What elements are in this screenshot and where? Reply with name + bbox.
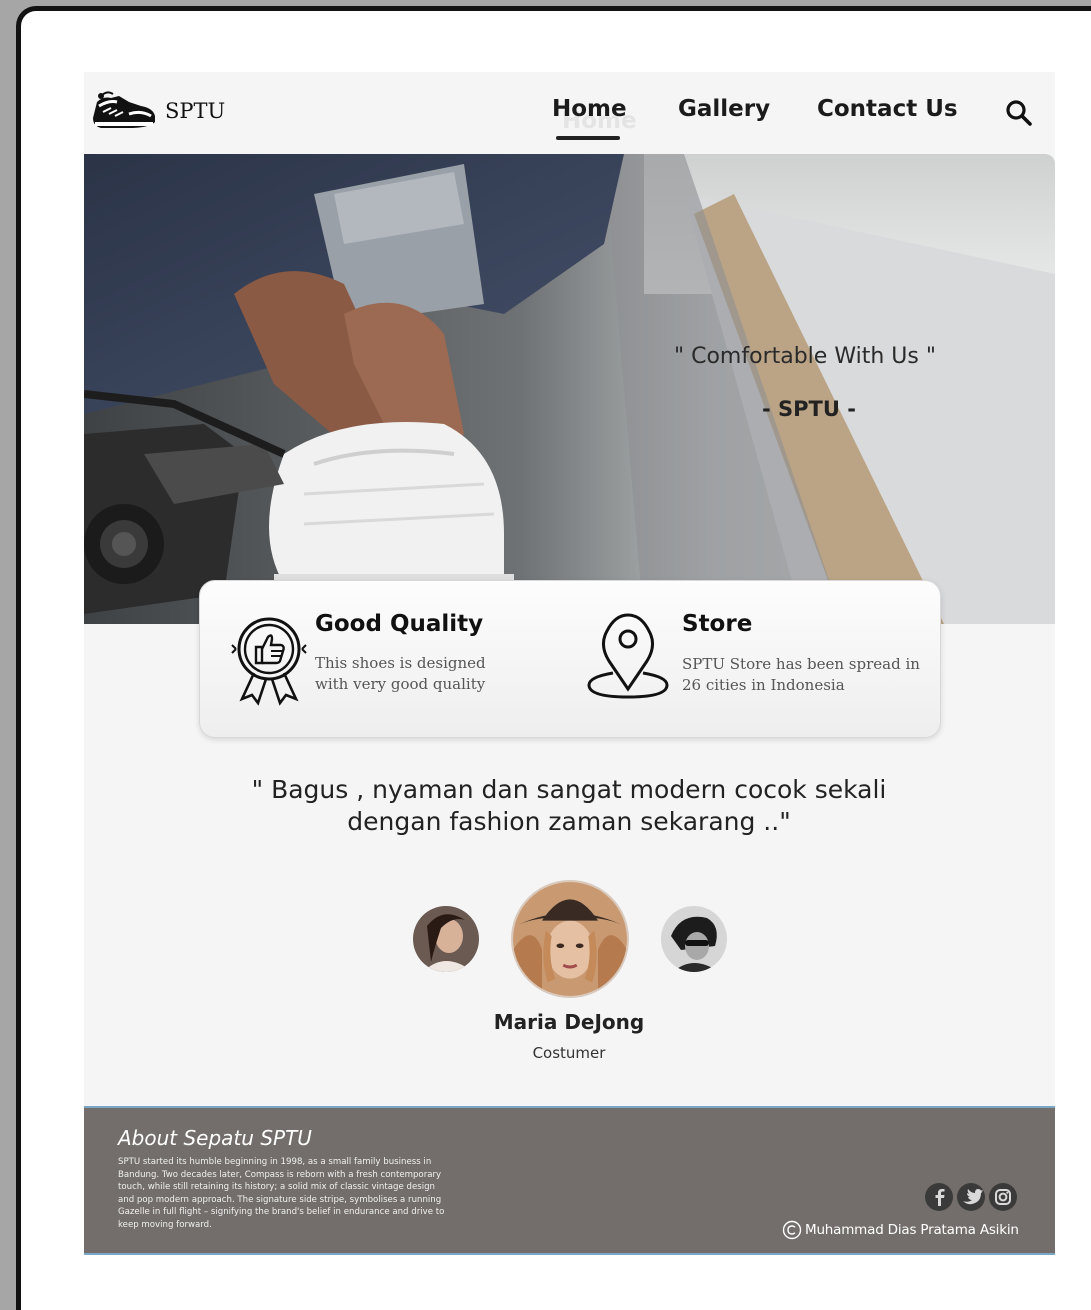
testimonial-person-role: Costumer xyxy=(532,1044,606,1062)
copyright: Muhammad Dias Pratama Asikin xyxy=(782,1220,1019,1240)
instagram-icon[interactable] xyxy=(988,1182,1018,1212)
nav-gallery-link[interactable]: Gallery xyxy=(678,96,770,122)
avatar-left[interactable] xyxy=(413,906,479,972)
sneaker-logo-icon xyxy=(93,91,155,128)
testimonial-quote: " Bagus , nyaman dan sangat modern cocok… xyxy=(224,774,914,838)
avatar-right-photo xyxy=(661,906,727,972)
footer-about-title: About Sepatu SPTU xyxy=(118,1126,312,1150)
copyright-owner: Muhammad Dias Pratama Asikin xyxy=(805,1222,1019,1238)
search-icon[interactable] xyxy=(1004,98,1034,128)
hero-brand-line: - SPTU - xyxy=(762,397,856,421)
features-card: Good Quality This shoes is designed with… xyxy=(199,580,941,738)
feature-quality-line2: with very good quality xyxy=(315,675,486,693)
badge-thumbs-up-icon xyxy=(231,617,307,706)
navbar: SPTU Home Home Gallery Contact Us xyxy=(84,72,1055,154)
footer-about-text: SPTU started its humble beginning in 199… xyxy=(118,1157,445,1230)
avatar-left-photo xyxy=(413,906,479,972)
web-page: SPTU Home Home Gallery Contact Us " Comf… xyxy=(84,72,1055,1255)
hero-tagline: " Comfortable With Us " xyxy=(674,344,936,369)
brand-logo[interactable]: SPTU xyxy=(89,88,225,134)
testimonial-line-1: " Bagus , nyaman dan sangat modern cocok… xyxy=(251,775,887,804)
feature-store-line2: 26 cities in Indonesia xyxy=(682,676,845,694)
avatar-center-photo xyxy=(513,882,627,996)
location-pin-icon xyxy=(587,613,669,699)
facebook-icon[interactable] xyxy=(924,1182,954,1212)
brand-name: SPTU xyxy=(165,99,226,123)
footer: About Sepatu SPTU SPTU started its humbl… xyxy=(84,1106,1055,1255)
nav-home-link[interactable]: Home xyxy=(552,96,627,122)
feature-quality-title: Good Quality xyxy=(315,611,484,637)
testimonial-line-2: dengan fashion zaman sekarang .." xyxy=(347,807,791,836)
hero-banner: " Comfortable With Us " - SPTU - xyxy=(84,154,1055,624)
feature-store-line1: SPTU Store has been spread in xyxy=(682,655,920,673)
feature-quality-line1: This shoes is designed xyxy=(315,654,486,672)
avatar-right[interactable] xyxy=(661,906,727,972)
avatar-center-maria[interactable] xyxy=(511,880,629,998)
nav-contact-link[interactable]: Contact Us xyxy=(817,96,958,122)
hero-photo-sneaker xyxy=(84,154,1055,624)
testimonial-person-name: Maria DeJong xyxy=(493,1010,645,1034)
twitter-icon[interactable] xyxy=(956,1182,986,1212)
copyright-icon xyxy=(782,1220,802,1240)
active-nav-underline xyxy=(556,136,620,140)
feature-store-title: Store xyxy=(682,611,753,637)
